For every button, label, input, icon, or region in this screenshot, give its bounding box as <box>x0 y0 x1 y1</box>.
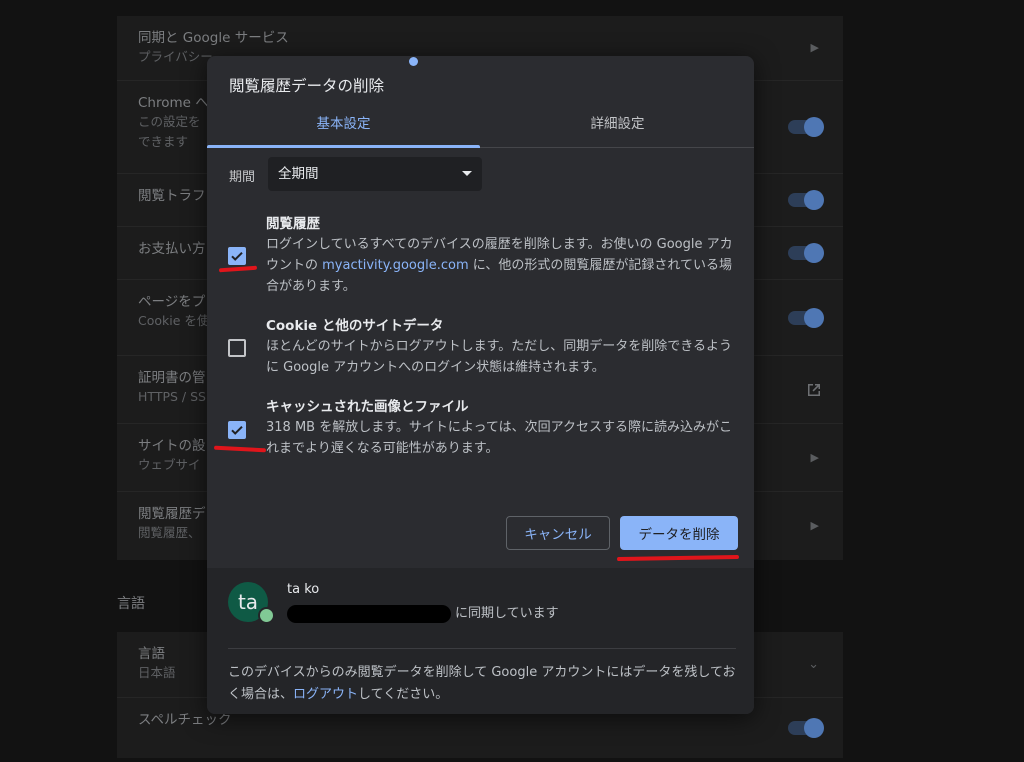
checkbox-cache[interactable] <box>228 421 246 439</box>
option-description: ほとんどのサイトからログアウトします。ただし、同期データを削除できるように Go… <box>266 339 733 375</box>
dialog-tabs: 基本設定 詳細設定 <box>207 108 754 148</box>
toggle-switch[interactable] <box>788 190 824 210</box>
account-sync-status: に同期しています <box>287 602 559 623</box>
option-title: 閲覧履歴 <box>266 216 320 232</box>
tab-indicator <box>207 145 480 148</box>
open-external-icon <box>808 383 820 396</box>
chevron-right-icon: ▶ <box>810 450 819 464</box>
account-name: ta ko <box>287 582 320 597</box>
checkbox-cookies[interactable] <box>228 339 246 357</box>
period-value: 全期間 <box>278 166 319 182</box>
dropdown-caret-icon <box>462 171 472 176</box>
dialog-title: 閲覧履歴データの削除 <box>229 77 385 95</box>
toggle-switch[interactable] <box>788 718 824 738</box>
chevron-right-icon: ▶ <box>810 519 819 532</box>
option-description: 318 MB を解放します。サイトによっては、次回アクセスする際に読み込みがこれ… <box>266 420 732 456</box>
toggle-switch[interactable] <box>788 243 824 263</box>
focus-dot <box>409 57 418 66</box>
option-title: Cookie と他のサイトデータ <box>266 318 444 334</box>
tab-advanced[interactable]: 詳細設定 <box>481 108 754 148</box>
chevron-down-icon: ⌄ <box>808 656 819 672</box>
footer-note: このデバイスからのみ閲覧データを削除して Google アカウントにはデータを残… <box>228 665 736 702</box>
option-description: ログインしているすべてのデバイスの履歴を削除します。お使いの Google アカ… <box>266 237 733 294</box>
check-icon <box>231 251 243 261</box>
delete-data-button[interactable]: データを削除 <box>620 516 738 550</box>
period-label: 期間 <box>229 170 256 185</box>
toggle-switch[interactable] <box>788 117 824 137</box>
clear-browsing-data-dialog: 閲覧履歴データの削除 基本設定 詳細設定 期間 全期間 閲覧履歴 ログインしてい… <box>207 56 754 714</box>
sign-out-link[interactable]: ログアウト <box>293 687 358 702</box>
dialog-footer: ta ta ko に同期しています このデバイスからのみ閲覧データを削除して G… <box>207 568 754 714</box>
section-title-language: 言語 <box>117 596 145 612</box>
checkbox-browsing-history[interactable] <box>228 247 246 265</box>
period-select[interactable]: 全期間 <box>268 157 482 191</box>
chevron-right-icon: ▶ <box>810 41 819 54</box>
myactivity-link[interactable]: myactivity.google.com <box>322 258 468 273</box>
option-title: キャッシュされた画像とファイル <box>266 399 469 415</box>
cancel-button[interactable]: キャンセル <box>506 516 610 550</box>
check-icon <box>231 425 243 435</box>
redacted-email <box>287 604 451 623</box>
toggle-switch[interactable] <box>788 307 824 328</box>
sync-icon <box>258 607 275 624</box>
tab-basic[interactable]: 基本設定 <box>207 108 480 148</box>
divider <box>228 648 736 649</box>
